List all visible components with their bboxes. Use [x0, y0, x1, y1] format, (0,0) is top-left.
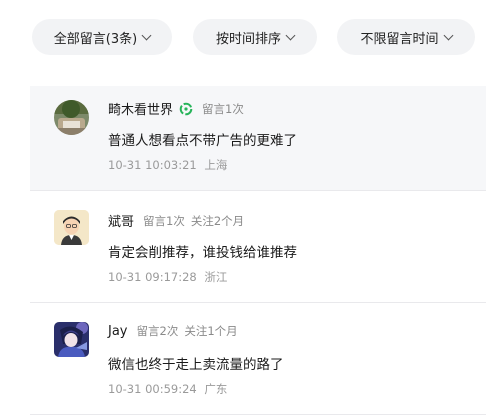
comment-date: 10-31 10:03:21	[108, 158, 197, 172]
comment-item[interactable]: 斌哥 留言1次 关注2个月 肯定会削推荐，谁投钱给谁推荐 10-31 09:17…	[30, 191, 486, 302]
avatar-landscape-image	[54, 100, 89, 135]
username[interactable]: 畸木看世界	[108, 99, 173, 118]
comment-location: 浙江	[204, 270, 228, 284]
chevron-down-icon	[285, 30, 296, 40]
time-range-label: 不限留言时间	[360, 31, 439, 47]
comment-count-tag: 留言2次	[136, 324, 179, 338]
sort-by-time-label: 按时间排序	[215, 31, 281, 47]
filter-all-comments-dropdown[interactable]: 全部留言(3条)	[32, 19, 172, 55]
username[interactable]: 斌哥	[108, 211, 134, 230]
chevron-down-icon	[443, 30, 453, 40]
filter-bar: 全部留言(3条) 按时间排序 不限留言时间	[0, 19, 486, 55]
comment-location: 广东	[204, 382, 228, 396]
comment-time-location: 10-31 00:59:24 广东	[108, 381, 227, 397]
follow-duration-tag: 关注1个月	[184, 324, 238, 338]
comment-item[interactable]: Jay 留言2次 关注1个月 微信也终于走上卖流量的路了 10-31 00:59…	[30, 303, 486, 413]
comment-date: 10-31 00:59:24	[108, 382, 197, 396]
time-range-dropdown[interactable]: 不限留言时间	[337, 19, 475, 55]
comment-item[interactable]: 畸木看世界 留言1次 普通人想看点不带广告的更难了 10-31 10:03:21…	[30, 86, 486, 190]
sort-by-time-dropdown[interactable]: 按时间排序	[193, 19, 317, 55]
comment-meta: 畸木看世界 留言1次	[108, 99, 244, 119]
avatar[interactable]	[54, 210, 89, 245]
comment-time-location: 10-31 10:03:21 上海	[108, 157, 227, 173]
avatar-anime-character-image	[54, 322, 89, 357]
follow-duration-tag: 关注2个月	[190, 213, 245, 228]
comment-text: 普通人想看点不带广告的更难了	[108, 133, 297, 149]
comment-location: 上海	[204, 158, 228, 172]
divider	[30, 414, 486, 415]
avatar[interactable]	[54, 100, 89, 135]
comment-time-location: 10-31 09:17:28 浙江	[108, 269, 227, 285]
comment-date: 10-31 09:17:28	[108, 270, 197, 284]
username[interactable]: Jay	[108, 324, 128, 339]
avatar-cartoon-man-image	[54, 210, 89, 245]
green-ring-icon	[179, 102, 193, 115]
comment-text: 肯定会削推荐，谁投钱给谁推荐	[108, 245, 297, 261]
filter-all-comments-label: 全部留言(3条)	[53, 31, 138, 47]
comment-meta: 斌哥 留言1次 关注2个月	[108, 211, 245, 231]
comment-text: 微信也终于走上卖流量的路了	[108, 357, 284, 373]
comment-meta: Jay 留言2次 关注1个月	[108, 323, 238, 339]
comment-count-tag: 留言1次	[143, 213, 185, 228]
avatar[interactable]	[54, 322, 89, 357]
comment-count-tag: 留言1次	[202, 101, 244, 116]
chevron-down-icon	[141, 30, 152, 40]
